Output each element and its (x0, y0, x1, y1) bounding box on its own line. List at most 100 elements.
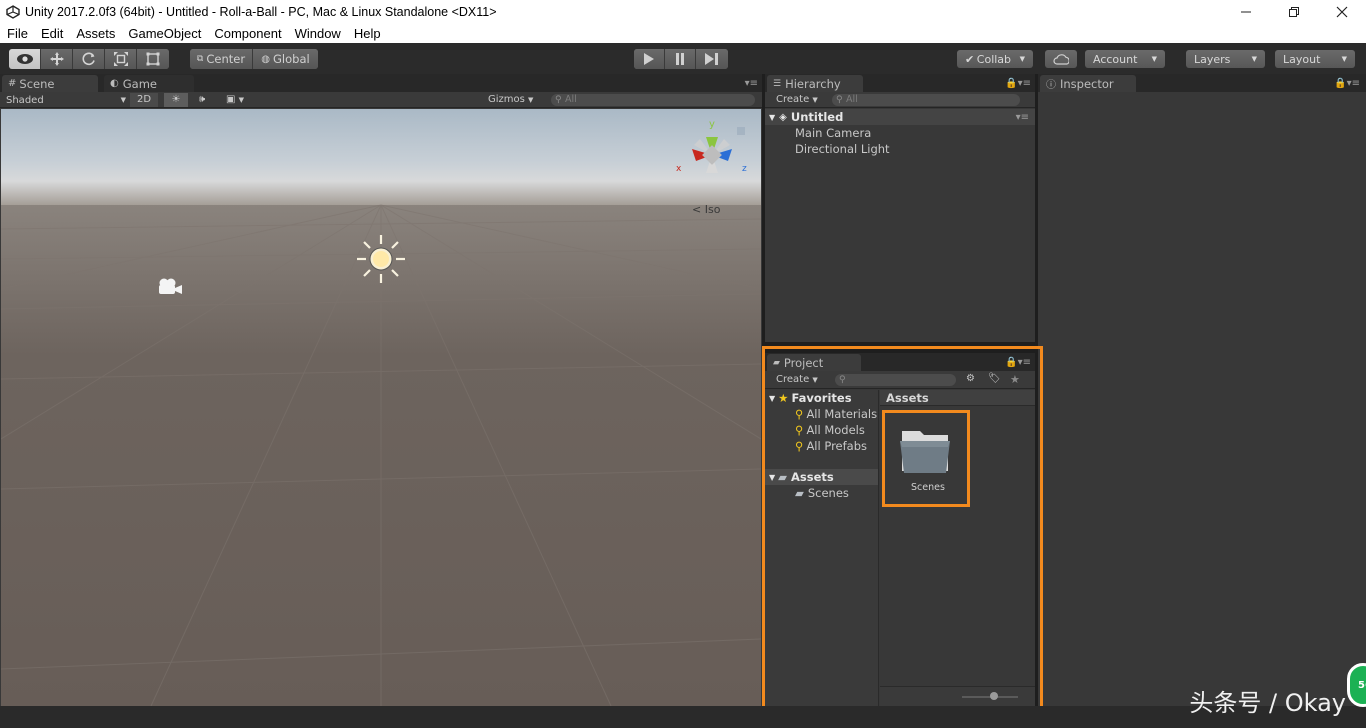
rotate-tool-button[interactable] (73, 49, 105, 69)
scene-root-row[interactable]: ▼ ◈ Untitled ▾≡ (765, 109, 1035, 125)
iso-chevron-icon: < (692, 203, 702, 216)
search-icon: ⚲ (555, 95, 562, 105)
menu-help[interactable]: Help (347, 26, 387, 41)
window-title: Unity 2017.2.0f3 (64bit) - Untitled - Ro… (25, 4, 497, 19)
gizmo-z-label: z (742, 164, 747, 174)
cloud-icon (1053, 53, 1069, 65)
ground-grid (1, 204, 761, 706)
hierarchy-item[interactable]: Main Camera (765, 125, 1035, 141)
check-icon: ✔ (965, 52, 975, 66)
pause-icon (676, 53, 684, 65)
scene-controlbar: Shaded ▼ 2D ☀ 🕪 ▣ ▼ Gizmos ▼ ⚲ All (0, 92, 762, 108)
scene-search-input[interactable]: ⚲ All (551, 94, 755, 106)
tab-hierarchy[interactable]: ☰ Hierarchy (767, 75, 863, 92)
panel-menu-icon[interactable]: ▾≡ (745, 78, 758, 89)
speaker-icon: 🕪 (198, 94, 206, 105)
mode-2d-toggle[interactable]: 2D (130, 93, 158, 107)
transform-tools (9, 49, 169, 69)
menu-gameobject[interactable]: GameObject (121, 26, 207, 41)
layers-dropdown[interactable]: Layers ▼ (1186, 50, 1265, 68)
menu-assets[interactable]: Assets (69, 26, 121, 41)
move-tool-button[interactable] (41, 49, 73, 69)
gizmo-x-label: x (676, 164, 682, 174)
rect-tool-button[interactable] (137, 49, 169, 69)
camera-gizmo-icon (159, 278, 182, 294)
menu-edit[interactable]: Edit (34, 26, 69, 41)
scenes-folder-highlight (882, 410, 970, 507)
minimize-button[interactable] (1222, 0, 1270, 23)
tab-scene[interactable]: # Scene (2, 75, 98, 92)
scale-tool-icon (113, 52, 128, 66)
scene-grid-icon: # (8, 78, 17, 89)
search-icon: ⚲ (836, 95, 843, 105)
gizmos-dropdown[interactable]: Gizmos ▼ (488, 93, 542, 107)
restore-icon (1289, 6, 1299, 17)
view-tool-button[interactable] (9, 49, 41, 69)
notification-badge: 56 (1347, 663, 1366, 707)
cloud-button[interactable] (1045, 50, 1077, 68)
hierarchy-create-dropdown[interactable]: Create ▼ (776, 93, 826, 107)
mode-2d-label: 2D (136, 94, 152, 105)
hierarchy-search-placeholder: All (846, 94, 858, 105)
maximize-button[interactable] (1270, 0, 1318, 23)
play-icon (644, 53, 654, 65)
tab-game[interactable]: ◐ Game (104, 75, 194, 92)
projection-toggle[interactable]: < Iso (692, 203, 720, 216)
scale-tool-button[interactable] (105, 49, 137, 69)
hierarchy-panel: ☰ Hierarchy 🔒▾≡ Create ▼ ⚲ All ▼ ◈ Untit… (765, 74, 1035, 342)
audio-toggle[interactable]: 🕪 (190, 93, 214, 107)
hierarchy-item[interactable]: Directional Light (765, 141, 1035, 157)
chevron-down-icon: ▼ (238, 96, 245, 104)
tab-inspector[interactable]: ⓘ Inspector (1040, 75, 1136, 92)
tab-scene-label: Scene (19, 76, 55, 91)
close-icon (1336, 6, 1348, 17)
step-icon (705, 53, 718, 65)
pivot-center-button[interactable]: ⧉ Center (190, 49, 253, 69)
sun-icon: ☀ (171, 94, 181, 105)
global-icon: ◍ (261, 53, 271, 65)
hierarchy-search-input[interactable]: ⚲ All (832, 94, 1020, 106)
rect-tool-icon (146, 52, 160, 66)
pivot-center-icon: ⧉ (196, 54, 204, 64)
scene-search-placeholder: All (565, 94, 577, 105)
account-dropdown[interactable]: Account ▼ (1085, 50, 1165, 68)
step-button[interactable] (696, 49, 728, 69)
chevron-down-icon: ▼ (1341, 55, 1347, 63)
iso-label: Iso (704, 203, 721, 216)
project-panel-highlight (762, 346, 1043, 711)
layout-dropdown[interactable]: Layout ▼ (1275, 50, 1355, 68)
gizmo-y-label: y (709, 119, 715, 130)
inspector-tabstrip: ⓘ Inspector 🔒▾≡ (1038, 74, 1366, 92)
menubar: File Edit Assets GameObject Component Wi… (0, 23, 1366, 43)
menu-window[interactable]: Window (288, 26, 347, 41)
close-button[interactable] (1318, 0, 1366, 23)
menu-component[interactable]: Component (207, 26, 287, 41)
minimize-icon (1241, 11, 1251, 12)
pivot-global-label: Global (273, 52, 310, 66)
chevron-down-icon: ▼ (812, 96, 818, 104)
hierarchy-create-label: Create (776, 94, 810, 105)
scene-menu-icon[interactable]: ▾≡ (1016, 112, 1029, 123)
collab-dropdown[interactable]: ✔ Collab ▼ (957, 50, 1033, 68)
pause-button[interactable] (665, 49, 696, 69)
view-tool-icon (16, 54, 33, 64)
lock-menu-icon[interactable]: 🔒▾≡ (1005, 78, 1031, 89)
layout-label: Layout (1283, 52, 1321, 66)
pivot-global-button[interactable]: ◍ Global (253, 49, 318, 69)
shading-dropdown[interactable]: Shaded ▼ (6, 93, 126, 107)
status-bar (0, 706, 1366, 728)
image-icon: ▣ (225, 94, 236, 105)
orientation-gizmo[interactable]: y x z (672, 115, 752, 195)
shading-label: Shaded (6, 94, 44, 106)
playback-controls (634, 49, 728, 69)
chevron-down-icon: ▼ (528, 96, 534, 104)
lighting-toggle[interactable]: ☀ (164, 93, 188, 107)
scene-viewport[interactable]: y x z < Iso (1, 109, 761, 706)
move-tool-icon (49, 52, 64, 66)
gizmos-label: Gizmos (488, 94, 525, 105)
menu-file[interactable]: File (0, 26, 34, 41)
scene-name: Untitled (790, 110, 844, 124)
play-button[interactable] (634, 49, 665, 69)
effects-dropdown[interactable]: ▣ ▼ (218, 93, 252, 107)
lock-menu-icon[interactable]: 🔒▾≡ (1334, 78, 1360, 89)
